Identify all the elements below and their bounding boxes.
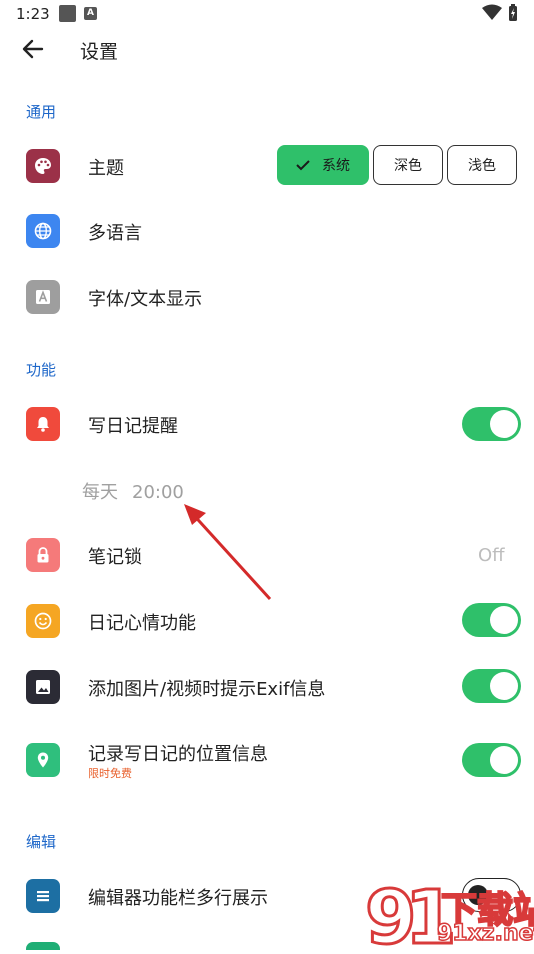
toggle-knob <box>490 672 518 700</box>
back-button[interactable] <box>20 36 46 62</box>
font-icon <box>26 280 60 314</box>
section-header-general: 通用 <box>26 103 57 121</box>
mood-toggle[interactable] <box>462 603 521 637</box>
reminder-label: 写日记提醒 <box>88 416 178 437</box>
reminder-day: 每天 <box>82 482 118 503</box>
location-toggle[interactable] <box>462 743 521 777</box>
theme-option-dark[interactable]: 深色 <box>373 145 443 185</box>
theme-option-system-label: 系统 <box>322 158 350 174</box>
settings-row-font[interactable]: 字体/文本显示 <box>0 264 534 330</box>
theme-option-light-label: 浅色 <box>468 158 496 174</box>
palette-icon <box>26 149 60 183</box>
exif-label: 添加图片/视频时提示Exif信息 <box>88 679 326 700</box>
lock-icon <box>26 538 60 572</box>
location-label: 记录写日记的位置信息 <box>88 744 268 765</box>
toggle-knob <box>490 606 518 634</box>
limited-free-badge: 限时免费 <box>88 767 132 780</box>
check-icon <box>296 160 310 171</box>
page-title: 设置 <box>80 41 119 63</box>
watermark-logo: 9 1 下载站 91xz.net <box>364 873 534 954</box>
location-pin-icon <box>26 743 60 777</box>
exif-toggle[interactable] <box>462 669 521 703</box>
bell-icon <box>26 407 60 441</box>
smiley-icon <box>26 604 60 638</box>
watermark-domain: 91xz.net <box>436 920 534 947</box>
image-icon <box>26 670 60 704</box>
notification-icon <box>59 5 76 22</box>
wifi-icon <box>482 4 502 20</box>
reminder-toggle[interactable] <box>462 407 521 441</box>
theme-option-light[interactable]: 浅色 <box>447 145 517 185</box>
theme-label: 主题 <box>88 158 124 179</box>
theme-option-system[interactable]: 系统 <box>277 145 369 185</box>
section-header-features: 功能 <box>26 361 57 379</box>
toggle-knob <box>490 746 518 774</box>
lock-status: Off <box>478 545 505 566</box>
lock-label: 笔记锁 <box>88 547 142 568</box>
partial-row-icon <box>26 942 60 950</box>
settings-row-lock[interactable]: 笔记锁 <box>0 522 534 588</box>
arrow-left-icon <box>22 39 44 59</box>
globe-icon <box>26 214 60 248</box>
toggle-knob <box>490 410 518 438</box>
theme-option-dark-label: 深色 <box>394 158 422 174</box>
settings-row-language[interactable]: 多语言 <box>0 198 534 264</box>
status-time: 1:23 <box>16 5 50 23</box>
list-icon <box>26 879 60 913</box>
toolbar-label: 编辑器功能栏多行展示 <box>88 888 268 909</box>
language-label: 多语言 <box>88 223 142 244</box>
mood-label: 日记心情功能 <box>88 613 196 634</box>
app-notification-icon: A <box>84 7 97 20</box>
section-header-edit: 编辑 <box>26 833 57 851</box>
font-label: 字体/文本显示 <box>88 289 203 310</box>
battery-icon <box>509 4 517 21</box>
